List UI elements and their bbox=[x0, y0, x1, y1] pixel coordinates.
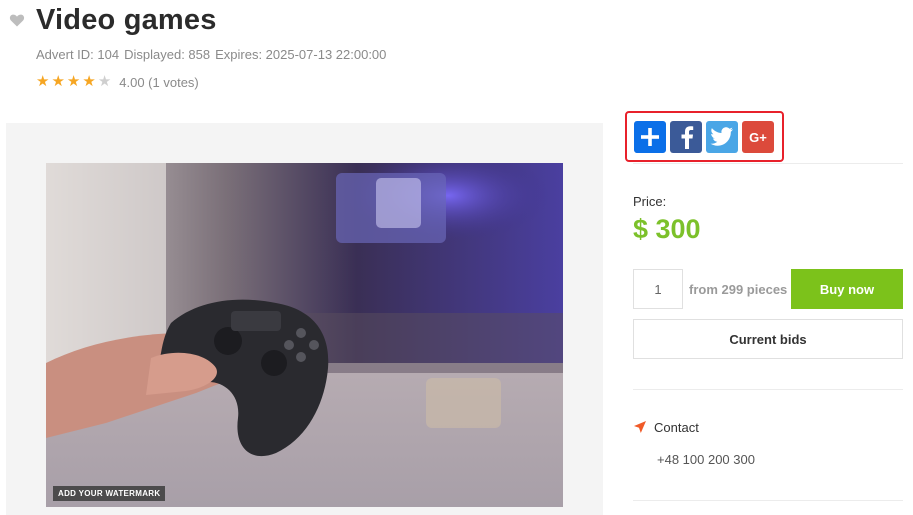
star-icon[interactable]: ★ bbox=[98, 74, 111, 90]
share-twitter-button[interactable] bbox=[706, 121, 738, 153]
favorite-heart-icon[interactable] bbox=[9, 12, 25, 28]
price-value: $ 300 bbox=[633, 214, 701, 244]
share-facebook-button[interactable] bbox=[670, 121, 702, 153]
current-bids-button[interactable]: Current bids bbox=[633, 319, 903, 359]
advert-meta: Advert ID: 104 Displayed: 858 Expires: 2… bbox=[36, 47, 386, 62]
star-icon[interactable]: ★ bbox=[36, 74, 49, 90]
share-plus-button[interactable] bbox=[634, 121, 666, 153]
location-arrow-icon bbox=[634, 421, 646, 433]
divider bbox=[633, 163, 903, 164]
rating-score: 4.00 (1 votes) bbox=[119, 74, 199, 90]
rating: ★ ★ ★ ★ ★ 4.00 (1 votes) bbox=[36, 74, 199, 90]
advert-id: Advert ID: 104 bbox=[36, 47, 120, 62]
star-icon[interactable]: ★ bbox=[51, 74, 64, 90]
facebook-icon bbox=[681, 126, 694, 149]
google-plus-icon: G+ bbox=[749, 129, 767, 145]
quantity-input[interactable] bbox=[633, 269, 683, 309]
price-label: Price: bbox=[633, 194, 667, 209]
plus-icon bbox=[641, 128, 659, 146]
page-title: Video games bbox=[36, 4, 217, 36]
product-photo[interactable] bbox=[46, 163, 563, 507]
star-icon[interactable]: ★ bbox=[82, 74, 95, 90]
expires-date: Expires: 2025-07-13 22:00:00 bbox=[215, 47, 387, 62]
twitter-icon bbox=[710, 127, 733, 146]
divider bbox=[633, 500, 903, 501]
buy-now-button[interactable]: Buy now bbox=[791, 269, 903, 309]
displayed-count: Displayed: 858 bbox=[124, 47, 211, 62]
contact-phone[interactable]: +48 100 200 300 bbox=[657, 452, 755, 467]
available-pieces: from 299 pieces bbox=[689, 282, 788, 297]
contact-label: Contact bbox=[654, 420, 699, 435]
share-google-plus-button[interactable]: G+ bbox=[742, 121, 774, 153]
divider bbox=[633, 389, 903, 390]
star-icon[interactable]: ★ bbox=[67, 74, 80, 90]
watermark-label: ADD YOUR WATERMARK bbox=[53, 486, 166, 501]
